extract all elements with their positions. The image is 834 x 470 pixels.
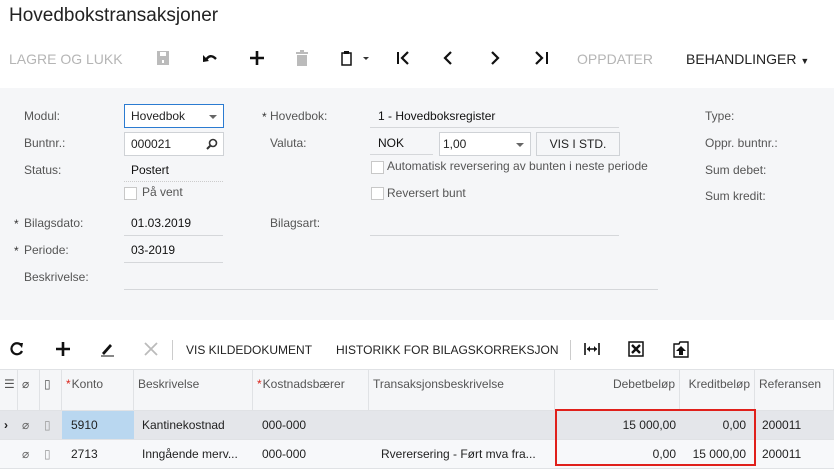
view-std-button[interactable]: VIS I STD. <box>536 132 620 156</box>
row-settings-icon[interactable]: ☰ <box>0 370 18 410</box>
fit-columns-icon[interactable] <box>584 341 600 360</box>
hovedbok-label: Hovedbok: <box>270 109 328 123</box>
delete-row-icon[interactable] <box>143 341 159 360</box>
last-record-icon[interactable] <box>533 50 549 69</box>
column-header-debet[interactable]: Debetbeløp <box>555 370 680 410</box>
pavent-checkbox[interactable] <box>124 187 137 200</box>
note-icon[interactable]: ▯ <box>40 411 62 439</box>
status-label: Status: <box>24 163 62 177</box>
beskrivelse-input[interactable] <box>124 289 658 290</box>
upload-icon[interactable] <box>672 340 690 361</box>
next-record-icon[interactable] <box>487 50 503 69</box>
paste-icon[interactable] <box>340 50 372 69</box>
highlight-box <box>555 409 756 466</box>
search-icon[interactable] <box>206 138 218 150</box>
actions-menu-button[interactable]: BEHANDLINGER ▼ <box>686 51 809 67</box>
buntnr-input[interactable]: 000021 <box>124 132 224 156</box>
column-header-referanse[interactable]: Referansen <box>755 370 834 410</box>
view-source-document-button[interactable]: VIS KILDEDOKUMENT <box>186 343 312 357</box>
chevron-down-icon <box>516 143 524 147</box>
required-mark: * <box>14 244 19 258</box>
column-header-transaksjonsbeskrivelse[interactable]: Transaksjonsbeskrivelse <box>369 370 555 410</box>
periode-label: Periode: <box>24 243 69 257</box>
add-row-icon[interactable] <box>55 341 71 360</box>
reversed-label: Reversert bunt <box>387 186 466 200</box>
export-excel-icon[interactable] <box>628 341 644 360</box>
refresh-icon[interactable] <box>10 341 24 360</box>
rate-value: 1,00 <box>443 137 467 151</box>
undo-icon[interactable] <box>202 50 218 69</box>
save-icon[interactable] <box>156 50 170 69</box>
note-header-icon: ▯ <box>40 370 62 410</box>
main-toolbar: LAGRE OG LUKK OPPDATER BEHANDLINGER ▼ <box>0 40 834 78</box>
column-header-beskrivelse[interactable]: Beskrivelse <box>134 370 253 410</box>
header-form: Modul: Hovedbok Buntnr.: 000021 Status: … <box>0 88 834 320</box>
refresh-button[interactable]: OPPDATER <box>577 51 653 67</box>
required-mark: * <box>14 217 19 231</box>
column-header-kredit[interactable]: Kreditbeløp <box>680 370 755 410</box>
bilagsdato-input[interactable]: 01.03.2019 <box>131 216 191 230</box>
oppr-buntnr-label: Oppr. buntnr.: <box>705 136 778 150</box>
referanse-cell[interactable]: 200011 <box>758 440 834 468</box>
auto-reversal-label: Automatisk reversering av bunten i neste… <box>387 159 648 173</box>
auto-reversal-checkbox[interactable] <box>371 161 384 174</box>
beskrivelse-cell[interactable]: Inngående merv... <box>134 440 253 468</box>
buntnr-label: Buntnr.: <box>24 136 66 150</box>
note-icon[interactable]: ▯ <box>40 440 62 468</box>
beskrivelse-label: Beskrivelse: <box>24 270 89 284</box>
sum-debet-label: Sum debet: <box>705 163 767 177</box>
kostnad-cell[interactable]: 000-000 <box>253 440 369 468</box>
bilagsdato-label: Bilagsdato: <box>24 216 84 230</box>
type-label: Type: <box>705 109 735 123</box>
required-mark: * <box>66 377 71 391</box>
grid-header: ☰ ⌀ ▯ * Konto Beskrivelse * Kostnadsbærer … <box>0 369 834 411</box>
pavent-label: På vent <box>142 185 183 199</box>
header-label: Kostnadsbærer <box>262 377 345 391</box>
attachment-header-icon: ⌀ <box>18 370 40 410</box>
bilagsart-input[interactable] <box>370 235 619 236</box>
valuta-label: Valuta: <box>270 136 307 150</box>
buntnr-value: 000021 <box>131 137 172 151</box>
header-label: Konto <box>71 377 104 391</box>
actions-label: BEHANDLINGER <box>686 51 797 67</box>
konto-cell[interactable]: 5910 <box>62 411 134 439</box>
edit-icon[interactable] <box>99 341 115 360</box>
reversed-checkbox[interactable] <box>371 187 384 200</box>
periode-input[interactable]: 03-2019 <box>131 243 175 257</box>
attachment-icon[interactable]: ⌀ <box>18 411 40 439</box>
column-header-kostnadsbaerer[interactable]: * Kostnadsbærer <box>253 370 369 410</box>
previous-record-icon[interactable] <box>441 50 457 69</box>
grid-toolbar: VIS KILDEDOKUMENT HISTORIKK FOR BILAGSKO… <box>0 332 834 368</box>
beskrivelse-cell[interactable]: Kantinekostnad <box>134 411 253 439</box>
sum-kredit-label: Sum kredit: <box>705 189 766 203</box>
referanse-cell[interactable]: 200011 <box>758 411 834 439</box>
kostnad-cell[interactable]: 000-000 <box>253 411 369 439</box>
current-row-indicator-icon: › <box>4 418 8 432</box>
save-close-button[interactable]: LAGRE OG LUKK <box>9 51 123 67</box>
attachment-icon[interactable]: ⌀ <box>18 440 40 468</box>
modul-label: Modul: <box>24 109 61 123</box>
modul-value: Hovedbok <box>131 109 186 123</box>
hovedbok-input[interactable]: 1 - Hovedboksregister <box>378 109 495 123</box>
bilagsart-label: Bilagsart: <box>270 216 321 230</box>
first-record-icon[interactable] <box>396 50 412 69</box>
chevron-down-icon: ▼ <box>800 56 810 66</box>
status-value: Postert <box>131 163 170 177</box>
rate-dropdown[interactable]: 1,00 <box>439 132 531 156</box>
required-mark: * <box>257 377 262 391</box>
trans-cell[interactable]: Rverersering - Ført mva fra... <box>369 440 555 468</box>
page-title: Hovedbokstransaksjoner <box>9 5 219 26</box>
trans-cell[interactable] <box>369 411 555 439</box>
valuta-value: NOK <box>378 136 405 150</box>
chevron-down-icon <box>209 115 217 119</box>
delete-icon[interactable] <box>295 50 309 69</box>
column-header-konto[interactable]: * Konto <box>62 370 134 410</box>
required-mark: * <box>262 110 267 124</box>
konto-cell[interactable]: 2713 <box>62 440 134 468</box>
modul-dropdown[interactable]: Hovedbok <box>124 104 224 128</box>
add-icon[interactable] <box>249 50 265 69</box>
correction-history-button[interactable]: HISTORIKK FOR BILAGSKORREKSJON <box>336 343 559 357</box>
